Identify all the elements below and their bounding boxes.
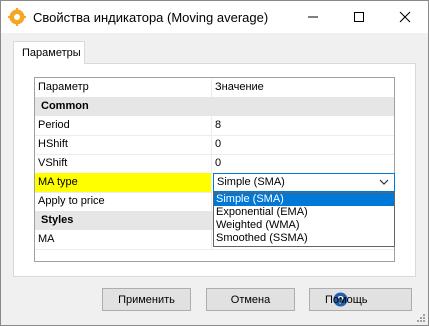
row-hshift[interactable]: HShift 0 bbox=[35, 135, 394, 155]
row-vshift-name: VShift bbox=[38, 157, 68, 169]
maximize-icon bbox=[354, 12, 364, 22]
ma-type-option-wma-label: Weighted (WMA) bbox=[216, 219, 300, 231]
help-button-label: Помощь bbox=[325, 294, 368, 306]
apply-button-label: Применить bbox=[118, 294, 175, 306]
row-hshift-value-cell[interactable]: 0 bbox=[212, 135, 394, 154]
row-ma-type-name: MA type bbox=[38, 176, 78, 188]
chevron-down-icon bbox=[379, 179, 389, 185]
row-period-name-cell: Period bbox=[35, 116, 212, 135]
close-icon bbox=[399, 11, 411, 23]
section-common[interactable]: Common bbox=[35, 97, 394, 116]
grid-header-row: Параметр Значение bbox=[35, 78, 394, 98]
maximize-button[interactable] bbox=[336, 1, 382, 33]
row-apply-to-price-name-cell: Apply to price bbox=[35, 192, 212, 211]
ma-type-dropdown-list: Simple (SMA) Exponential (EMA) Weighted … bbox=[213, 192, 395, 247]
ma-type-option-sma-label: Simple (SMA) bbox=[216, 193, 284, 205]
row-ma-style-name: MA bbox=[38, 233, 55, 245]
row-hshift-value: 0 bbox=[215, 138, 222, 150]
ma-type-option-ema-label: Exponential (EMA) bbox=[216, 206, 308, 218]
row-period-value-cell[interactable]: 8 bbox=[212, 116, 394, 135]
ma-type-option-ssma[interactable]: Smoothed (SSMA) bbox=[214, 232, 394, 245]
row-hshift-name: HShift bbox=[38, 138, 68, 150]
ma-type-option-ssma-label: Smoothed (SSMA) bbox=[216, 232, 308, 244]
row-period-value: 8 bbox=[215, 119, 222, 131]
help-button[interactable]: ? Помощь bbox=[309, 288, 412, 311]
row-vshift[interactable]: VShift 0 bbox=[35, 154, 394, 174]
window-title: Свойства индикатора (Moving average) bbox=[33, 10, 269, 25]
resize-grip-icon[interactable] bbox=[415, 312, 425, 322]
app-gear-icon bbox=[8, 8, 26, 26]
title-bar: Свойства индикатора (Moving average) bbox=[1, 1, 428, 33]
section-styles-label: Styles bbox=[41, 214, 74, 226]
header-name-cell: Параметр bbox=[35, 78, 212, 97]
ma-type-option-ema[interactable]: Exponential (EMA) bbox=[214, 206, 394, 219]
section-common-cell: Common bbox=[35, 97, 394, 116]
close-button[interactable] bbox=[382, 1, 428, 33]
row-vshift-value: 0 bbox=[215, 157, 222, 169]
cancel-button[interactable]: Отмена bbox=[206, 288, 295, 311]
tab-parameters[interactable]: Параметры bbox=[13, 41, 85, 64]
section-common-label: Common bbox=[41, 100, 89, 112]
row-vshift-value-cell[interactable]: 0 bbox=[212, 154, 394, 173]
header-value-cell: Значение bbox=[212, 78, 394, 97]
ma-type-combobox[interactable]: Simple (SMA) bbox=[213, 173, 395, 192]
row-vshift-name-cell: VShift bbox=[35, 154, 212, 173]
ma-type-selected-value: Simple (SMA) bbox=[217, 176, 285, 188]
tab-parameters-label: Параметры bbox=[22, 47, 81, 59]
minimize-button[interactable] bbox=[290, 1, 336, 33]
apply-button[interactable]: Применить bbox=[102, 288, 191, 311]
minimize-icon bbox=[308, 16, 318, 18]
row-period[interactable]: Period 8 bbox=[35, 116, 394, 136]
cancel-button-label: Отмена bbox=[230, 294, 271, 306]
row-ma-style-name-cell: MA bbox=[35, 230, 212, 249]
row-apply-to-price-name: Apply to price bbox=[38, 195, 105, 207]
header-value-label: Значение bbox=[215, 81, 264, 93]
row-ma-type-name-cell: MA type bbox=[35, 173, 212, 192]
indicator-properties-dialog: Свойства индикатора (Moving average) Пар… bbox=[0, 0, 429, 326]
ma-type-option-wma[interactable]: Weighted (WMA) bbox=[214, 219, 394, 232]
ma-type-option-sma[interactable]: Simple (SMA) bbox=[214, 193, 394, 206]
row-period-name: Period bbox=[38, 119, 70, 131]
row-hshift-name-cell: HShift bbox=[35, 135, 212, 154]
header-name-label: Параметр bbox=[38, 81, 89, 93]
